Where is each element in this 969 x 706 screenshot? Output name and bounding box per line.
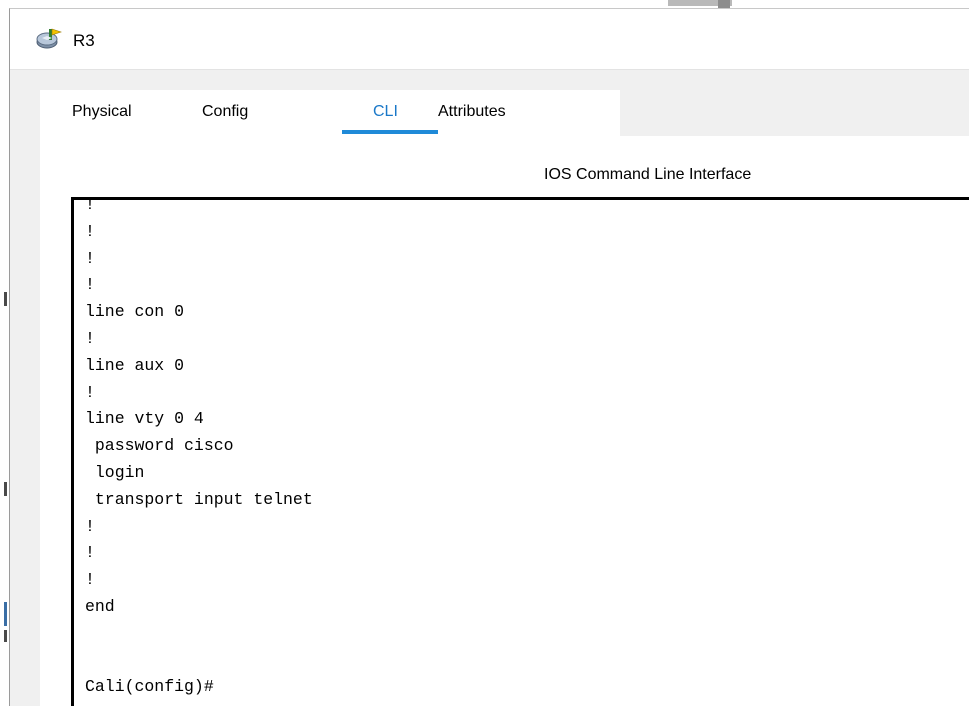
window-title: R3 bbox=[73, 31, 95, 50]
background-scroll-thumb bbox=[718, 0, 730, 8]
terminal-line: ! bbox=[85, 328, 95, 348]
terminal-line: ! bbox=[85, 543, 95, 563]
active-tab-indicator bbox=[342, 130, 438, 134]
terminal-line: transport input telnet bbox=[85, 489, 313, 509]
router-device-icon bbox=[36, 27, 62, 51]
terminal-line: ! bbox=[85, 516, 95, 536]
edge-mark bbox=[4, 292, 7, 306]
tab-strip: Physical Config CLI Attributes bbox=[40, 90, 620, 136]
tab-container: Physical Config CLI Attributes IOS Comma… bbox=[10, 70, 969, 706]
terminal-line: ! bbox=[85, 197, 95, 214]
edge-mark bbox=[4, 630, 7, 642]
terminal-line: line vty 0 4 bbox=[85, 409, 204, 429]
left-window-edge bbox=[0, 0, 9, 706]
terminal-line: line aux 0 bbox=[85, 355, 185, 375]
terminal-output: !!!! line con 0! line aux 0! line vty 0 4 p… bbox=[85, 197, 313, 701]
device-config-window: R3 Physical Config CLI Attributes IOS Co… bbox=[9, 8, 969, 706]
background-window-edge bbox=[0, 0, 969, 8]
edge-mark-blue bbox=[4, 602, 7, 626]
title-bar[interactable]: R3 bbox=[10, 9, 969, 70]
tab-cli[interactable]: CLI bbox=[373, 103, 398, 121]
terminal-line: ! bbox=[85, 570, 95, 590]
terminal-line: ! bbox=[85, 221, 95, 241]
edge-mark bbox=[4, 482, 7, 496]
cli-panel: IOS Command Line Interface !!!! line con … bbox=[40, 136, 969, 706]
tab-config[interactable]: Config bbox=[202, 103, 248, 121]
terminal-line: login bbox=[85, 462, 145, 482]
terminal-line: ! bbox=[85, 248, 95, 268]
terminal-line: ! bbox=[85, 275, 95, 295]
cli-heading: IOS Command Line Interface bbox=[544, 166, 752, 183]
tab-attributes[interactable]: Attributes bbox=[438, 103, 506, 121]
terminal-line: password cisco bbox=[85, 436, 234, 456]
cli-terminal[interactable]: !!!! line con 0! line aux 0! line vty 0 4 p… bbox=[71, 197, 969, 706]
terminal-line: ! bbox=[85, 382, 95, 402]
tab-physical[interactable]: Physical bbox=[72, 103, 132, 121]
terminal-line: end bbox=[85, 596, 115, 616]
terminal-line: line con 0 bbox=[85, 302, 185, 322]
packet-tracer-device-window: R3 Physical Config CLI Attributes IOS Co… bbox=[0, 0, 969, 706]
cli-prompt: Cali(config)# bbox=[85, 677, 214, 697]
